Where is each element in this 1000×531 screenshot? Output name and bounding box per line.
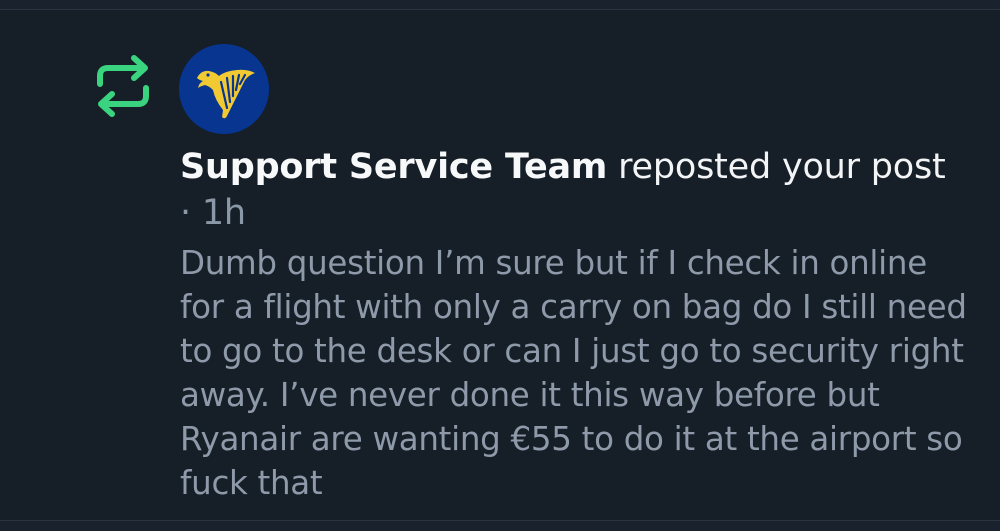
action-text: reposted your post	[607, 147, 946, 187]
repost-icon	[92, 54, 154, 118]
top-divider	[0, 0, 1000, 10]
actor-name[interactable]: Support Service Team	[180, 147, 607, 187]
timestamp: · 1h	[180, 193, 246, 233]
notification-headline: Support Service Team reposted your post …	[180, 144, 970, 236]
post-text[interactable]: Dumb question I’m sure but if I check in…	[180, 241, 970, 505]
bottom-divider	[0, 520, 1000, 531]
avatar[interactable]	[179, 44, 269, 134]
repost-notification[interactable]: Support Service Team reposted your post …	[0, 10, 1000, 520]
ryanair-harp-logo-icon	[179, 44, 269, 134]
